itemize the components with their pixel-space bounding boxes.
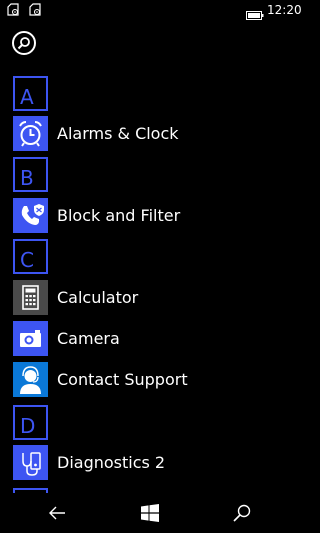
app-label: Block and Filter [57,206,181,225]
home-button[interactable] [140,503,160,523]
letter-header-c[interactable]: C [0,239,300,275]
app-label: Contact Support [57,370,188,389]
app-item-block-and-filter[interactable]: Block and Filter [0,198,300,234]
app-item-contact-support[interactable]: Contact Support [0,362,300,398]
app-label: Calculator [57,288,139,307]
letter-tile: A [13,76,48,111]
letter-tile: D [13,405,48,440]
letter-header-d[interactable]: D [0,405,300,441]
camera-icon [13,321,48,356]
block-filter-shield-icon [13,198,48,233]
letter-tile: C [13,239,48,274]
battery-icon [246,5,264,20]
status-bar: 12:20 [0,0,302,22]
app-label: Camera [57,329,120,348]
diagnostics-icon [13,445,48,480]
app-label: Alarms & Clock [57,124,179,143]
app-item-calculator[interactable]: Calculator [0,280,300,316]
search-button[interactable] [232,503,252,523]
windows-home-icon [141,504,159,522]
search-icon [17,37,30,50]
app-list-search-button[interactable] [12,31,36,55]
clock: 12:20 [267,3,302,17]
app-label: Diagnostics 2 [57,453,166,472]
sim-1-icon [6,2,20,16]
letter-header-b[interactable]: B [0,157,300,193]
sim-2-icon [28,2,42,16]
app-item-diagnostics-2[interactable]: Diagnostics 2 [0,445,300,481]
alarm-clock-icon [13,116,48,151]
contact-support-icon [13,362,48,397]
letter-tile: B [13,157,48,192]
app-item-camera[interactable]: Camera [0,321,300,357]
back-button[interactable] [47,503,67,523]
app-item-alarms-clock[interactable]: Alarms & Clock [0,116,300,152]
search-icon [233,504,251,522]
calculator-icon [13,280,48,315]
back-icon [49,506,65,520]
letter-header-a[interactable]: A [0,76,300,112]
navigation-bar [0,493,300,533]
